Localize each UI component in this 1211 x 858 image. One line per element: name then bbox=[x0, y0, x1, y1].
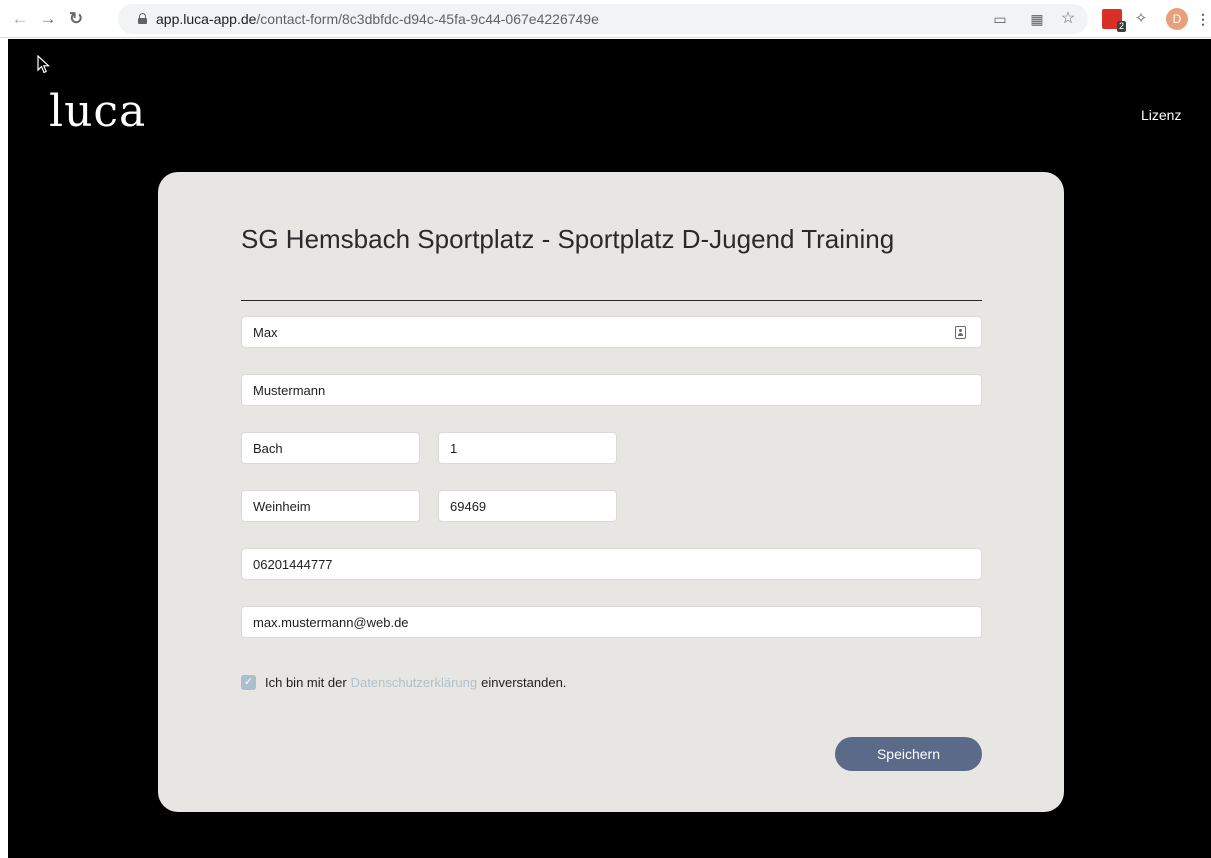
qr-code-icon[interactable]: ▦ bbox=[1027, 9, 1047, 29]
city-field[interactable] bbox=[241, 490, 420, 522]
consent-checkbox[interactable]: ✓ bbox=[241, 674, 256, 690]
browser-toolbar: ← → ↻ app.luca-app.de/contact-form/8c3db… bbox=[0, 0, 1211, 38]
url-text[interactable]: app.luca-app.de/contact-form/8c3dbfdc-d9… bbox=[156, 4, 599, 34]
url-path: /contact-form/8c3dbfdc-d94c-45fa-9c44-06… bbox=[256, 11, 599, 27]
page-background: luca Lizenz SG Hemsbach Sportplatz - Spo… bbox=[8, 39, 1211, 858]
extension-badge: 2 bbox=[1116, 21, 1126, 32]
street-field[interactable] bbox=[241, 432, 420, 464]
last-name-field[interactable] bbox=[241, 374, 982, 406]
address-bar[interactable]: app.luca-app.de/contact-form/8c3dbfdc-d9… bbox=[118, 4, 1088, 34]
reload-icon[interactable]: ↻ bbox=[64, 7, 88, 31]
house-number-field[interactable] bbox=[438, 432, 617, 464]
title-divider bbox=[241, 300, 982, 301]
license-link[interactable]: Lizenz bbox=[1141, 107, 1181, 123]
zip-field[interactable] bbox=[438, 490, 617, 522]
page-title: SG Hemsbach Sportplatz - Sportplatz D-Ju… bbox=[241, 224, 895, 254]
phone-input[interactable] bbox=[242, 549, 981, 579]
last-name-input[interactable] bbox=[242, 375, 981, 405]
lock-icon[interactable] bbox=[138, 13, 147, 24]
url-host: app.luca-app.de bbox=[156, 11, 257, 27]
forward-icon[interactable]: → bbox=[36, 7, 60, 31]
consent-text-prefix: Ich bin mit der bbox=[265, 674, 347, 690]
zip-input[interactable] bbox=[439, 491, 616, 521]
save-button[interactable]: Speichern bbox=[835, 737, 982, 771]
first-name-field[interactable] bbox=[241, 316, 982, 348]
phone-field[interactable] bbox=[241, 548, 982, 580]
back-icon[interactable]: ← bbox=[8, 7, 32, 31]
cast-icon[interactable]: ▭ bbox=[990, 9, 1010, 29]
puzzle-icon[interactable]: ✧ bbox=[1131, 9, 1151, 29]
contact-card-icon[interactable] bbox=[955, 326, 966, 339]
mouse-cursor-icon bbox=[37, 55, 51, 74]
star-icon[interactable]: ☆ bbox=[1058, 9, 1078, 29]
luca-logo[interactable]: luca bbox=[49, 86, 146, 137]
email-input[interactable] bbox=[242, 607, 981, 637]
first-name-input[interactable] bbox=[242, 317, 981, 347]
privacy-policy-link[interactable]: Datenschutzerklärung bbox=[351, 675, 477, 690]
street-input[interactable] bbox=[242, 433, 419, 463]
avatar[interactable]: D bbox=[1166, 8, 1188, 30]
consent-text-suffix: einverstanden. bbox=[481, 674, 567, 690]
menu-icon[interactable]: ⋮ bbox=[1196, 9, 1210, 29]
city-input[interactable] bbox=[242, 491, 419, 521]
extension-icon[interactable]: 2 bbox=[1102, 9, 1126, 32]
email-field[interactable] bbox=[241, 606, 982, 638]
privacy-consent: ✓ Ich bin mit der Datenschutzerklärung e… bbox=[241, 674, 566, 690]
contact-form-card: SG Hemsbach Sportplatz - Sportplatz D-Ju… bbox=[158, 172, 1064, 812]
house-number-input[interactable] bbox=[439, 433, 616, 463]
